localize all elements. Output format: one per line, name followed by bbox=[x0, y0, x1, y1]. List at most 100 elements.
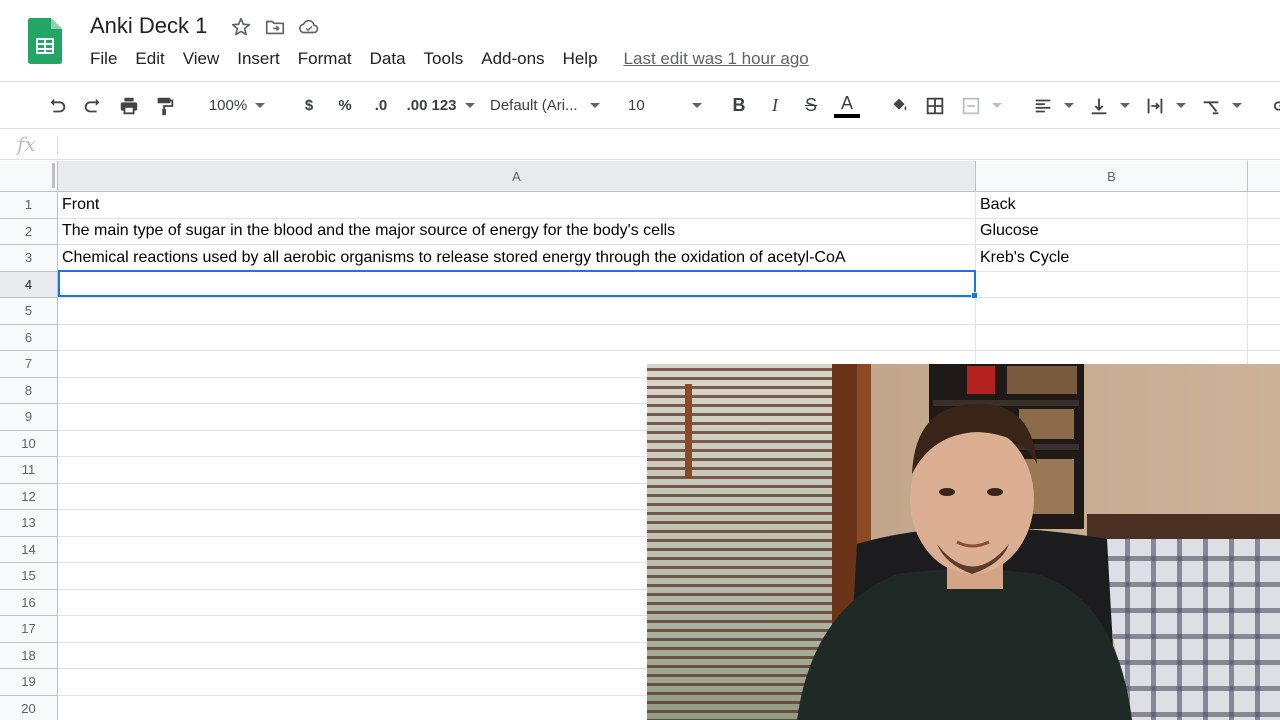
cell-a[interactable]: Chemical reactions used by all aerobic o… bbox=[58, 245, 976, 272]
chevron-down-icon[interactable] bbox=[1064, 103, 1074, 108]
cell-a[interactable]: The main type of sugar in the blood and … bbox=[58, 218, 976, 245]
row-header[interactable]: 12 bbox=[0, 483, 58, 510]
cell-c[interactable] bbox=[1248, 325, 1280, 351]
strikethrough-button[interactable]: S bbox=[796, 90, 826, 122]
row-header[interactable]: 19 bbox=[0, 669, 58, 696]
row-header[interactable]: 5 bbox=[0, 298, 58, 325]
cell-b[interactable]: Glucose bbox=[976, 218, 1248, 245]
vertical-align-button[interactable] bbox=[1084, 90, 1114, 122]
row-header[interactable]: 7 bbox=[0, 351, 58, 378]
column-header-a[interactable]: A bbox=[58, 161, 976, 192]
cell-b[interactable]: Kreb's Cycle bbox=[976, 245, 1248, 272]
menu-help[interactable]: Help bbox=[563, 49, 598, 69]
row-header[interactable]: 20 bbox=[0, 695, 58, 720]
table-row: 5 bbox=[0, 298, 1280, 325]
menu-edit[interactable]: Edit bbox=[135, 49, 164, 69]
insert-link-button[interactable] bbox=[1268, 90, 1280, 122]
row-header[interactable]: 11 bbox=[0, 457, 58, 484]
cell-c[interactable] bbox=[1248, 298, 1280, 325]
column-header-c[interactable] bbox=[1248, 161, 1280, 192]
row-header[interactable]: 8 bbox=[0, 377, 58, 404]
row-header[interactable]: 2 bbox=[0, 218, 58, 245]
row-header[interactable]: 4 bbox=[0, 271, 58, 298]
cell-a[interactable] bbox=[58, 324, 976, 351]
text-wrapping-button[interactable] bbox=[1140, 90, 1170, 122]
more-formats-select[interactable]: 123 bbox=[431, 90, 475, 122]
row-header[interactable]: 14 bbox=[0, 536, 58, 563]
menu-data[interactable]: Data bbox=[370, 49, 406, 69]
menu-file[interactable]: File bbox=[90, 49, 117, 69]
row-header[interactable]: 9 bbox=[0, 404, 58, 431]
menu-format[interactable]: Format bbox=[298, 49, 352, 69]
menu-view[interactable]: View bbox=[183, 49, 220, 69]
row-header[interactable]: 17 bbox=[0, 616, 58, 643]
cell-c[interactable] bbox=[1248, 219, 1280, 245]
row-header[interactable]: 18 bbox=[0, 642, 58, 669]
font-family-select[interactable]: Default (Ari... bbox=[490, 90, 600, 122]
chevron-down-icon[interactable] bbox=[1232, 103, 1242, 108]
cell-b[interactable] bbox=[976, 298, 1248, 325]
cell-a[interactable] bbox=[58, 271, 976, 298]
menu-bar: File Edit View Insert Format Data Tools … bbox=[90, 49, 809, 69]
italic-button[interactable]: I bbox=[760, 90, 790, 122]
row-header[interactable]: 3 bbox=[0, 245, 58, 272]
print-button[interactable] bbox=[114, 90, 144, 122]
borders-button[interactable] bbox=[920, 90, 950, 122]
merge-cells-button[interactable] bbox=[956, 90, 986, 122]
cell-a[interactable] bbox=[58, 298, 976, 325]
cell-b[interactable] bbox=[976, 324, 1248, 351]
menu-addons[interactable]: Add-ons bbox=[481, 49, 544, 69]
document-title[interactable]: Anki Deck 1 bbox=[90, 13, 207, 39]
menu-insert[interactable]: Insert bbox=[237, 49, 280, 69]
row-header[interactable]: 10 bbox=[0, 430, 58, 457]
menu-tools[interactable]: Tools bbox=[424, 49, 464, 69]
font-size-select[interactable]: 10 bbox=[622, 90, 702, 122]
chevron-down-icon[interactable] bbox=[992, 103, 1002, 108]
more-formats-label: 123 bbox=[431, 97, 457, 114]
fill-handle[interactable] bbox=[971, 292, 978, 299]
row-header[interactable]: 1 bbox=[0, 192, 58, 219]
toolbar: 100% $ % .0 .00 123 Default (Ari... 10 B… bbox=[0, 83, 1280, 129]
table-row: 2 The main type of sugar in the blood and… bbox=[0, 218, 1280, 245]
bold-button[interactable]: B bbox=[724, 90, 754, 122]
select-all-corner[interactable] bbox=[0, 161, 58, 192]
undo-button[interactable] bbox=[42, 90, 72, 122]
sheets-logo-icon[interactable] bbox=[28, 18, 62, 64]
formula-input[interactable] bbox=[66, 136, 1266, 156]
chevron-down-icon[interactable] bbox=[1176, 103, 1186, 108]
row-header[interactable]: 15 bbox=[0, 563, 58, 590]
text-rotation-icon bbox=[1203, 100, 1219, 114]
row-header[interactable]: 16 bbox=[0, 589, 58, 616]
webcam-overlay bbox=[647, 364, 1280, 720]
star-icon[interactable] bbox=[230, 16, 252, 38]
paint-format-button[interactable] bbox=[150, 90, 180, 122]
row-header[interactable]: 6 bbox=[0, 324, 58, 351]
horizontal-align-button[interactable] bbox=[1028, 90, 1058, 122]
text-color-button[interactable]: A bbox=[832, 90, 862, 122]
text-rotation-button[interactable] bbox=[1196, 90, 1226, 122]
cell-a[interactable]: Front bbox=[58, 192, 976, 219]
decrease-decimals-button[interactable]: .0 bbox=[366, 90, 396, 122]
cell-b[interactable]: Back bbox=[976, 192, 1248, 219]
fill-color-button[interactable] bbox=[884, 90, 914, 122]
cloud-status-icon[interactable] bbox=[298, 16, 320, 38]
currency-format-button[interactable]: $ bbox=[294, 90, 324, 122]
link-icon bbox=[1273, 100, 1280, 111]
table-row: 1 Front Back bbox=[0, 192, 1280, 219]
redo-button[interactable] bbox=[78, 90, 108, 122]
row-header[interactable]: 13 bbox=[0, 510, 58, 537]
move-folder-icon[interactable] bbox=[264, 16, 286, 38]
cell-b[interactable] bbox=[976, 271, 1248, 298]
column-header-b[interactable]: B bbox=[976, 161, 1248, 192]
last-edit-link[interactable]: Last edit was 1 hour ago bbox=[624, 49, 809, 69]
zoom-select[interactable]: 100% bbox=[202, 90, 272, 122]
cell-c[interactable] bbox=[1248, 245, 1280, 272]
app-header: Anki Deck 1 File Edit View Insert Format… bbox=[0, 0, 1280, 82]
fill-color-icon bbox=[893, 98, 907, 111]
cell-c[interactable] bbox=[1248, 272, 1280, 298]
increase-decimals-button[interactable]: .00 bbox=[402, 90, 432, 122]
percent-format-button[interactable]: % bbox=[330, 90, 360, 122]
chevron-down-icon[interactable] bbox=[1120, 103, 1130, 108]
undo-icon bbox=[50, 98, 66, 112]
cell-c[interactable] bbox=[1248, 192, 1280, 219]
